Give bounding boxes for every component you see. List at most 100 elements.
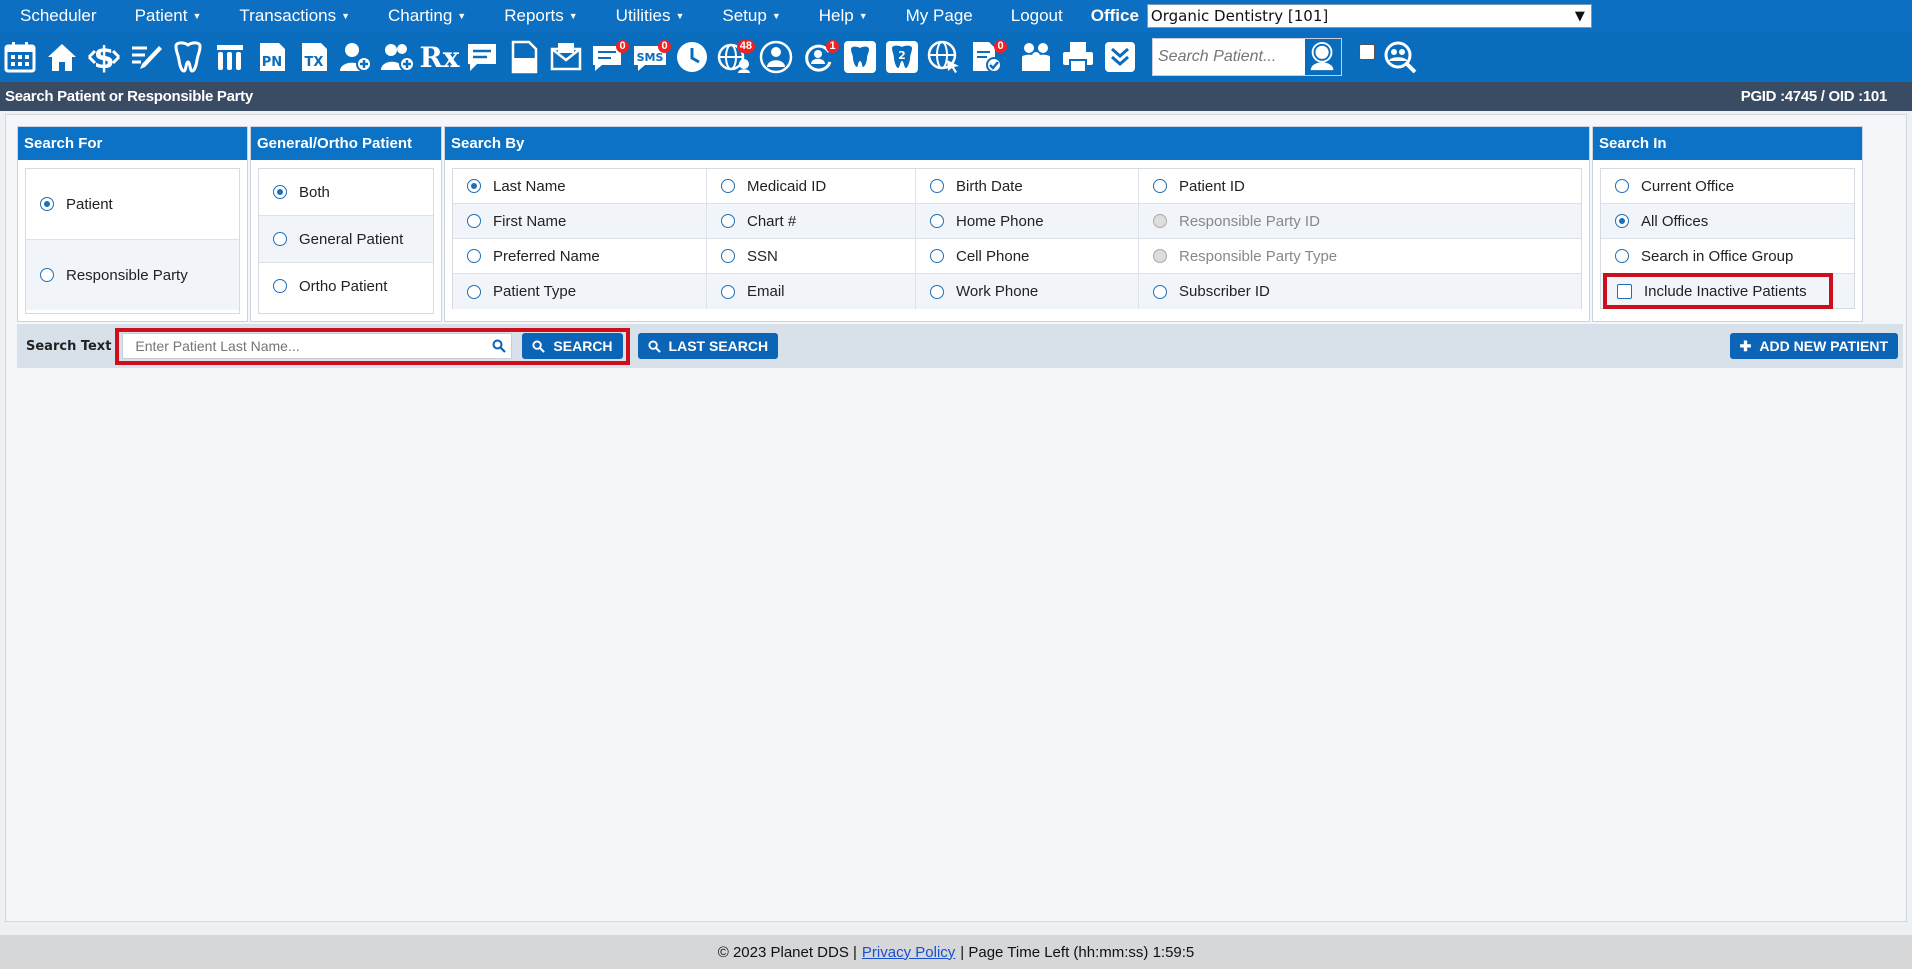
page-title: Search Patient or Responsible Party	[5, 88, 253, 105]
recall-icon[interactable]: 1	[800, 37, 839, 77]
search-by-patient-type[interactable]: Patient Type	[453, 274, 706, 309]
treatment-plan-icon[interactable]: TX	[296, 37, 331, 77]
prescription-icon[interactable]: Rx	[420, 37, 460, 77]
toolbar-checkbox[interactable]	[1359, 44, 1375, 60]
menu-my-page[interactable]: My Page	[886, 6, 991, 26]
patient-type-ortho[interactable]: Ortho Patient	[259, 263, 433, 309]
document-check-icon[interactable]: 0	[968, 37, 1007, 77]
tooth-icon[interactable]	[842, 37, 877, 77]
option-label: Responsible Party	[66, 266, 188, 284]
clock-icon[interactable]	[674, 37, 709, 77]
dollar-icon[interactable]: $	[86, 37, 121, 77]
search-by-patient-id[interactable]: Patient ID	[1139, 169, 1581, 204]
search-by-preferred-name[interactable]: Preferred Name	[453, 239, 706, 274]
option-label: Current Office	[1641, 177, 1735, 195]
document-icon[interactable]	[506, 37, 541, 77]
edit-notes-icon[interactable]	[128, 37, 163, 77]
family-icon[interactable]	[1018, 37, 1053, 77]
search-in-all-offices[interactable]: All Offices	[1601, 204, 1854, 239]
include-inactive-highlight[interactable]: Include Inactive Patients	[1603, 273, 1833, 309]
option-label: Responsible Party ID	[1179, 212, 1320, 230]
search-by-chart-number[interactable]: Chart #	[707, 204, 915, 239]
radio-icon	[273, 232, 287, 246]
menu-reports[interactable]: Reports ▼	[484, 6, 595, 26]
chevron-down-icon: ▼	[341, 11, 351, 21]
calendar-icon[interactable]	[2, 37, 37, 77]
radio-icon	[1153, 179, 1167, 193]
search-by-home-phone[interactable]: Home Phone	[916, 204, 1138, 239]
dropdown-arrow-icon: ▼	[1574, 8, 1585, 24]
user-search-icon[interactable]	[1305, 39, 1341, 75]
radio-selected-icon	[40, 197, 54, 211]
search-by-last-name[interactable]: Last Name	[453, 169, 706, 204]
radio-icon	[467, 284, 481, 299]
search-by-ssn[interactable]: SSN	[707, 239, 915, 274]
menu-utilities[interactable]: Utilities ▼	[596, 6, 703, 26]
messages-icon[interactable]: 0	[590, 37, 629, 77]
search-text-input[interactable]	[135, 338, 476, 354]
menu-logout[interactable]: Logout	[991, 6, 1081, 26]
add-new-patient-label: ADD NEW PATIENT	[1759, 338, 1888, 354]
privacy-policy-link[interactable]: Privacy Policy	[862, 944, 955, 961]
search-by-responsible-party-type: Responsible Party Type	[1139, 239, 1581, 274]
menu-charting[interactable]: Charting ▼	[368, 6, 484, 26]
globe-cursor-icon[interactable]	[926, 37, 961, 77]
sms-icon[interactable]: SMS 0	[632, 37, 671, 77]
page-time-left: | Page Time Left (hh:mm:ss) 1:59:5	[960, 943, 1195, 961]
chevron-down-icon: ▼	[771, 11, 781, 21]
mail-icon[interactable]	[548, 37, 583, 77]
web-patients-icon[interactable]: 48	[716, 37, 755, 77]
quick-search-input[interactable]	[1153, 39, 1305, 75]
search-by-cell-phone[interactable]: Cell Phone	[916, 239, 1138, 274]
menu-help[interactable]: Help ▼	[799, 6, 886, 26]
search-by-column-1: Last Name First Name Preferred Name Pati…	[453, 169, 707, 309]
option-label: Birth Date	[956, 177, 1023, 195]
search-text-field[interactable]	[122, 333, 513, 359]
svg-text:PN: PN	[261, 55, 281, 70]
menu-transactions[interactable]: Transactions ▼	[219, 6, 368, 26]
radio-icon	[273, 279, 287, 293]
include-inactive-row: Include Inactive Patients	[1601, 273, 1854, 309]
search-by-email[interactable]: Email	[707, 274, 915, 309]
search-by-work-phone[interactable]: Work Phone	[916, 274, 1138, 309]
patient-type-both[interactable]: Both	[259, 169, 433, 216]
search-by-first-name[interactable]: First Name	[453, 204, 706, 239]
add-new-patient-button[interactable]: ✚ ADD NEW PATIENT	[1729, 333, 1898, 359]
search-options: Search For Patient Responsible Party Gen…	[17, 126, 1903, 322]
home-icon[interactable]	[44, 37, 79, 77]
menu-utilities-label: Utilities	[615, 6, 671, 25]
top-menu-bar: Scheduler Patient ▼ Transactions ▼ Chartin…	[0, 0, 1912, 32]
ortho-teeth-icon[interactable]	[212, 37, 247, 77]
option-label: All Offices	[1641, 212, 1709, 230]
menu-patient[interactable]: Patient ▼	[115, 6, 220, 26]
patient-type-general[interactable]: General Patient	[259, 216, 433, 263]
general-ortho-options: Both General Patient Ortho Patient	[258, 168, 434, 314]
search-for-patient[interactable]: Patient	[26, 169, 239, 240]
menu-setup[interactable]: Setup ▼	[702, 6, 798, 26]
search-by-medicaid-id[interactable]: Medicaid ID	[707, 169, 915, 204]
office-select[interactable]: Organic Dentistry [101] ▼	[1146, 4, 1592, 28]
search-icon[interactable]	[492, 339, 507, 353]
printer-icon[interactable]	[1060, 37, 1095, 77]
add-patient-icon[interactable]	[338, 37, 373, 77]
search-button[interactable]: SEARCH	[522, 333, 623, 359]
family-add-icon[interactable]	[380, 37, 415, 77]
chat-note-icon[interactable]	[464, 37, 499, 77]
second-opinion-icon[interactable]: 2	[884, 37, 919, 77]
last-search-button[interactable]: LAST SEARCH	[637, 333, 779, 359]
menu-scheduler[interactable]: Scheduler	[0, 6, 115, 26]
search-by-subscriber-id[interactable]: Subscriber ID	[1139, 274, 1581, 309]
search-by-birth-date[interactable]: Birth Date	[916, 169, 1138, 204]
tooth-chart-icon[interactable]	[170, 37, 205, 77]
group-search-icon[interactable]	[1382, 37, 1417, 77]
search-in-current-office[interactable]: Current Office	[1601, 169, 1854, 204]
search-for-responsible-party[interactable]: Responsible Party	[26, 240, 239, 310]
search-in-office-group[interactable]: Search in Office Group	[1601, 239, 1854, 274]
progress-notes-icon[interactable]: PN	[254, 37, 289, 77]
include-inactive-checkbox[interactable]	[1617, 283, 1632, 299]
radio-disabled-icon	[1153, 214, 1167, 228]
radio-selected-icon	[273, 185, 287, 199]
recall-badge: 1	[826, 40, 839, 53]
collapse-down-icon[interactable]	[1102, 37, 1137, 77]
online-users-icon[interactable]	[758, 37, 793, 77]
